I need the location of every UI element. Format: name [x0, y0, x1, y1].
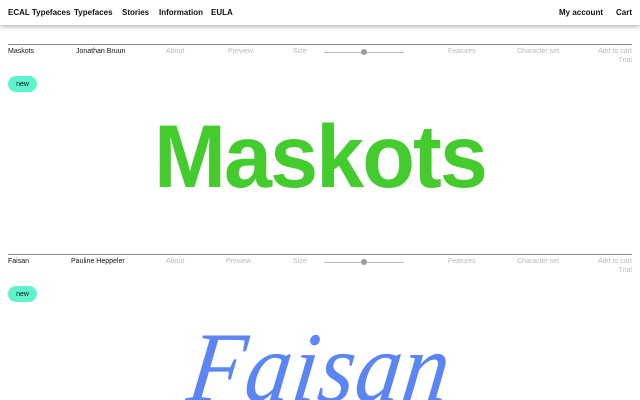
new-badge: new — [8, 286, 37, 302]
designer-name: Pauline Heppeler — [71, 258, 125, 265]
size-label: Size — [293, 48, 307, 55]
my-account-link[interactable]: My account — [559, 8, 603, 17]
cart-link[interactable]: Cart — [616, 8, 632, 17]
size-label: Size — [293, 258, 307, 265]
top-nav: ECAL Typefaces Typefaces Stories Informa… — [0, 0, 640, 25]
row-divider — [8, 44, 632, 45]
font-row-maskots: Maskots Jonathan Bruun About Preview Siz… — [0, 44, 640, 214]
brand-link[interactable]: ECAL Typefaces — [8, 8, 70, 17]
size-slider-knob[interactable] — [361, 259, 367, 265]
add-to-cart-link[interactable]: Add to cart — [598, 258, 632, 265]
font-name-link[interactable]: Faisan — [8, 258, 29, 265]
row-divider — [8, 254, 632, 255]
character-set-link[interactable]: Character set — [517, 258, 559, 265]
size-slider-knob[interactable] — [361, 49, 367, 55]
preview-link[interactable]: Preview — [228, 48, 253, 55]
features-link[interactable]: Features — [448, 48, 476, 55]
designer-name: Jonathan Bruun — [76, 48, 126, 55]
trial-link[interactable]: Trial — [619, 267, 632, 274]
features-link[interactable]: Features — [448, 258, 476, 265]
nav-information[interactable]: Information — [159, 8, 203, 17]
trial-link[interactable]: Trial — [619, 57, 632, 64]
preview-link[interactable]: Preview — [226, 258, 251, 265]
new-badge: new — [8, 76, 37, 92]
add-to-cart-link[interactable]: Add to cart — [598, 48, 632, 55]
nav-eula[interactable]: EULA — [211, 8, 233, 17]
font-name-link[interactable]: Maskots — [8, 48, 34, 55]
specimen-preview-text[interactable]: Maskots — [10, 112, 631, 201]
specimen-preview-text[interactable]: Faisan — [19, 312, 621, 400]
nav-stories[interactable]: Stories — [122, 8, 149, 17]
page: ECAL Typefaces Typefaces Stories Informa… — [0, 0, 640, 400]
about-link[interactable]: About — [166, 258, 184, 265]
font-row-faisan: Faisan Pauline Heppeler About Preview Si… — [0, 254, 640, 400]
character-set-link[interactable]: Character set — [517, 48, 559, 55]
about-link[interactable]: About — [166, 48, 184, 55]
nav-typefaces[interactable]: Typefaces — [74, 8, 113, 17]
